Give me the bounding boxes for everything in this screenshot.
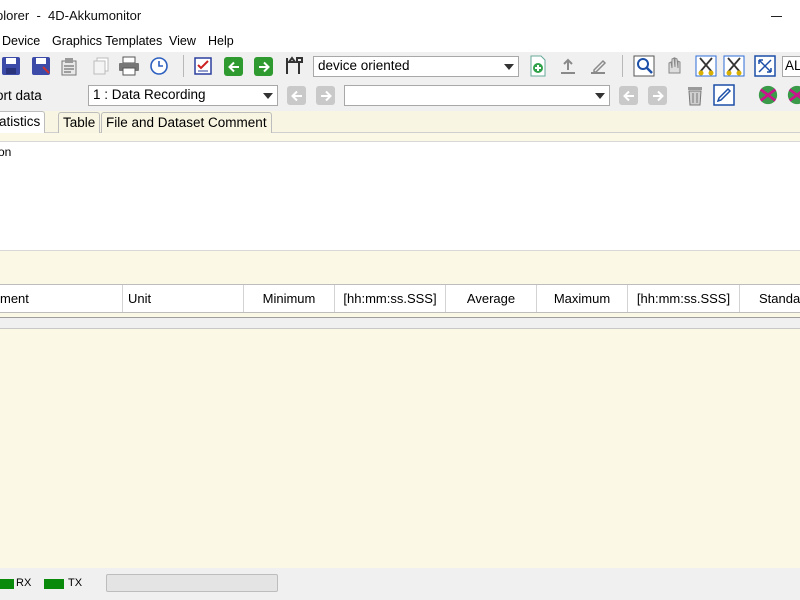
title-bar: plorer - 4D-Akkumonitor xyxy=(0,0,800,32)
zoom-icon[interactable] xyxy=(633,55,655,77)
chevron-down-icon[interactable] xyxy=(261,88,275,103)
chevron-down-icon[interactable] xyxy=(502,59,516,74)
arrow-right-icon[interactable] xyxy=(254,57,273,76)
edit-icon[interactable] xyxy=(587,55,609,77)
dataset-select[interactable]: 1 : Data Recording xyxy=(88,85,278,106)
column-header-unit[interactable]: Unit xyxy=(123,285,244,312)
tab-table[interactable]: Table xyxy=(58,112,101,133)
chevron-down-icon[interactable] xyxy=(593,88,607,103)
copy-icon[interactable] xyxy=(90,55,112,77)
save-as-icon[interactable] xyxy=(30,55,52,77)
window-title: plorer - 4D-Akkumonitor xyxy=(0,8,142,23)
minimize-button[interactable] xyxy=(755,4,800,28)
column-header-measurement[interactable]: ment xyxy=(0,285,123,312)
toolbar-separator xyxy=(183,55,184,77)
menu-view[interactable]: View xyxy=(169,34,196,48)
tab-statistics[interactable]: atistics xyxy=(0,111,46,133)
menu-graphics-templates[interactable]: Graphics Templates xyxy=(52,34,162,48)
cut-right-icon[interactable] xyxy=(723,55,745,77)
trash-icon[interactable] xyxy=(684,84,706,106)
globe-remove-icon[interactable] xyxy=(757,84,779,106)
arrow-left-icon[interactable] xyxy=(224,57,243,76)
cut-left-icon[interactable] xyxy=(695,55,717,77)
tab-bar: atistics Table File and Dataset Comment xyxy=(0,111,800,133)
edit-comment-icon[interactable] xyxy=(713,84,735,106)
pan-icon[interactable] xyxy=(663,55,685,77)
column-header-maximum[interactable]: Maximum xyxy=(537,285,628,312)
checklist-icon[interactable] xyxy=(192,55,214,77)
horizontal-scrollbar[interactable] xyxy=(0,317,800,329)
dataset-value: 1 : Data Recording xyxy=(93,87,206,102)
description-panel[interactable]: on xyxy=(0,141,800,251)
export-data-label: ort data xyxy=(0,88,42,103)
main-toolbar: device oriented AL xyxy=(0,52,800,81)
arrow-left-icon[interactable] xyxy=(619,86,638,105)
column-header-standard-deviation[interactable]: Standa xyxy=(740,285,800,312)
column-header-minimum[interactable]: Minimum xyxy=(244,285,335,312)
clock-icon[interactable] xyxy=(148,55,170,77)
record-select[interactable] xyxy=(344,85,610,106)
menu-help[interactable]: Help xyxy=(208,34,234,48)
export-icon[interactable] xyxy=(557,55,579,77)
zoom-value: AL xyxy=(785,58,800,73)
tab-file-dataset-comment[interactable]: File and Dataset Comment xyxy=(101,112,272,133)
arrow-right-icon[interactable] xyxy=(648,86,667,105)
tools-icon[interactable] xyxy=(283,55,305,77)
menu-bar: Device Graphics Templates View Help xyxy=(0,32,800,52)
globe-remove-icon-2[interactable] xyxy=(786,84,800,106)
tx-label: TX xyxy=(68,577,83,589)
description-text: on xyxy=(0,145,12,159)
column-header-average[interactable]: Average xyxy=(446,285,537,312)
statistics-table-header: ment Unit Minimum [hh:mm:ss.SSS] Average… xyxy=(0,284,800,313)
column-header-max-time[interactable]: [hh:mm:ss.SSS] xyxy=(628,285,740,312)
menu-device[interactable]: Device xyxy=(2,34,40,48)
arrow-left-icon[interactable] xyxy=(287,86,306,105)
add-page-icon[interactable] xyxy=(527,55,549,77)
view-mode-value: device oriented xyxy=(318,58,410,73)
view-mode-select[interactable]: device oriented xyxy=(313,56,519,77)
fit-icon[interactable] xyxy=(754,55,776,77)
save-icon[interactable] xyxy=(0,55,22,77)
settings-clipboard-icon[interactable] xyxy=(58,55,80,77)
progress-bar xyxy=(106,574,278,592)
toolbar-separator xyxy=(622,55,623,77)
tx-indicator xyxy=(44,579,64,589)
column-header-min-time[interactable]: [hh:mm:ss.SSS] xyxy=(335,285,446,312)
status-bar: RX TX xyxy=(0,568,800,600)
arrow-right-icon[interactable] xyxy=(316,86,335,105)
print-icon[interactable] xyxy=(118,55,140,77)
rx-indicator xyxy=(0,579,14,589)
rx-label: RX xyxy=(16,577,32,589)
zoom-select[interactable]: AL xyxy=(782,56,800,77)
